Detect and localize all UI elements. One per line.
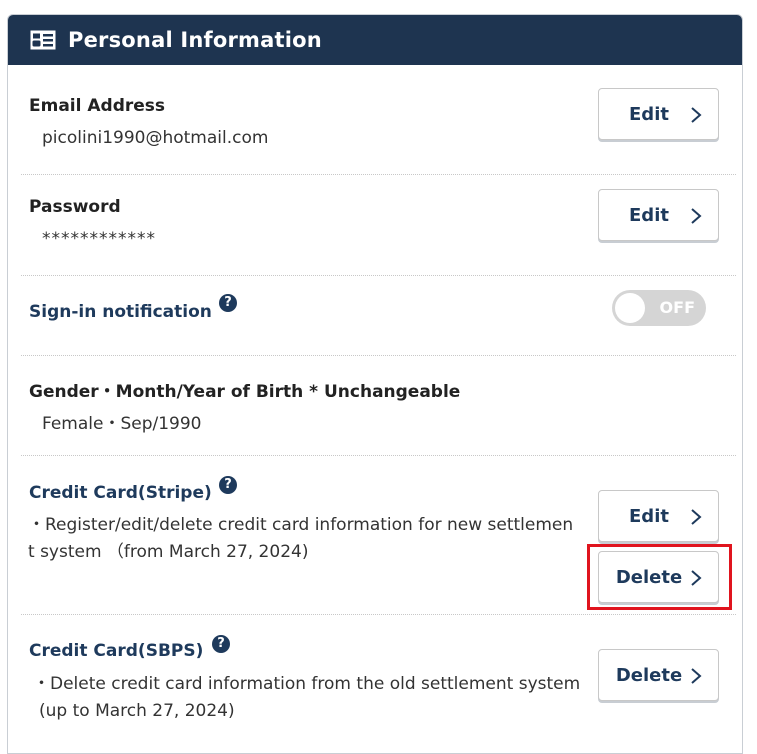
toggle-knob (615, 293, 645, 323)
edit-password-button[interactable]: Edit (598, 189, 719, 241)
question-circle-icon[interactable]: ? (219, 294, 237, 312)
toggle-state-text: OFF (659, 298, 695, 317)
edit-password-button-label: Edit (629, 204, 669, 226)
question-circle-icon[interactable]: ? (219, 476, 237, 494)
delete-sbps-card-button[interactable]: Delete (598, 649, 719, 701)
stripe-label: Credit Card(Stripe) (29, 483, 212, 503)
highlight-box (587, 544, 732, 610)
signin-notification-label: Sign-in notification (29, 302, 212, 322)
gender-birth-label: Gender・Month/Year of Birth * Unchangeabl… (29, 382, 461, 402)
stripe-description-line2: t system （from March 27, 2024) (28, 542, 309, 562)
chevron-right-icon (691, 208, 702, 224)
gender-birth-section: Gender・Month/Year of Birth * Unchangeabl… (21, 355, 736, 456)
edit-email-button-label: Edit (629, 103, 669, 125)
chevron-right-icon (691, 107, 702, 123)
stripe-description-line1: ・Register/edit/delete credit card inform… (28, 515, 574, 535)
signin-notification-toggle[interactable]: OFF (612, 290, 706, 326)
panel-header: Personal Information (8, 15, 742, 65)
sbps-description-line1: ・Delete credit card information from the… (33, 674, 581, 694)
sbps-description: ・Delete credit card information from the… (33, 671, 585, 725)
password-value: ************ (42, 229, 156, 249)
gender-birth-value: Female・Sep/1990 (42, 414, 202, 434)
email-value: picolini1990@hotmail.com (42, 128, 269, 148)
profile-card-icon (30, 30, 56, 50)
edit-stripe-card-button[interactable]: Edit (598, 490, 719, 542)
edit-email-button[interactable]: Edit (598, 88, 719, 140)
page-title: Personal Information (68, 28, 322, 52)
sbps-description-line2: (up to March 27, 2024) (39, 701, 235, 721)
question-circle-icon[interactable]: ? (212, 635, 230, 653)
edit-stripe-card-button-label: Edit (629, 505, 669, 527)
delete-sbps-card-button-label: Delete (615, 664, 683, 686)
stripe-description: ・Register/edit/delete credit card inform… (28, 512, 580, 566)
chevron-right-icon (691, 668, 702, 684)
password-label: Password (29, 197, 121, 217)
sbps-label: Credit Card(SBPS) (29, 641, 204, 661)
email-label: Email Address (29, 96, 166, 116)
chevron-right-icon (691, 509, 702, 525)
